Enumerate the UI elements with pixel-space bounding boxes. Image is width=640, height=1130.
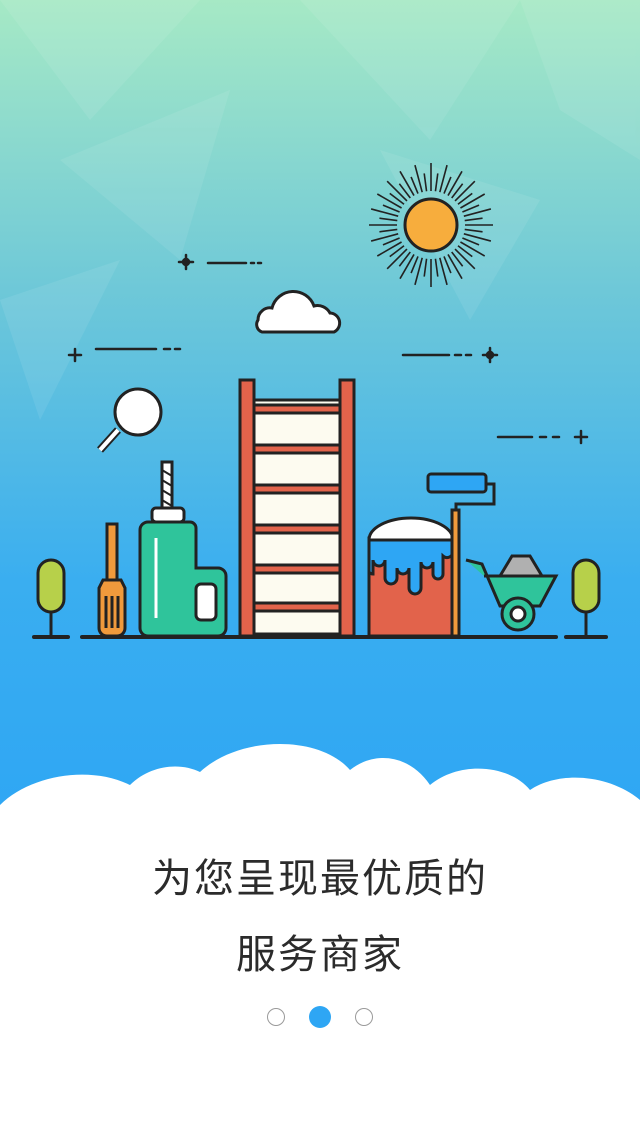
sun-icon <box>369 163 493 287</box>
onboarding-headline-line1: 为您呈现最优质的 <box>152 856 488 902</box>
page-indicator <box>0 1006 640 1028</box>
page-dot-3[interactable] <box>355 1008 373 1026</box>
onboarding-headline-line2: 服务商家 <box>236 932 404 978</box>
page-dot-1[interactable] <box>267 1008 285 1026</box>
ladder-icon <box>238 378 356 638</box>
paint-bucket-icon <box>367 516 455 638</box>
page-dot-2-active[interactable] <box>309 1006 331 1028</box>
